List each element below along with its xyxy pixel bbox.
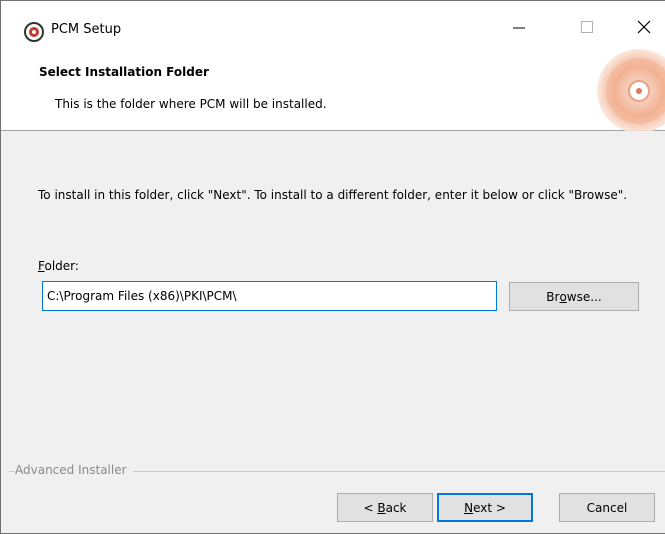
close-icon [637, 20, 651, 37]
browse-label-pre: Br [546, 289, 560, 304]
page-header: Select Installation Folder This is the f… [1, 45, 665, 131]
minimize-button[interactable] [496, 11, 542, 45]
back-button[interactable]: < Back [337, 493, 433, 522]
browse-label-accelerator: o [559, 289, 567, 304]
maximize-button[interactable] [564, 11, 610, 45]
setup-window: PCM Setup Select Installation Folder Thi… [0, 0, 665, 534]
folder-label-text: older: [44, 259, 79, 273]
window-title: PCM Setup [51, 22, 122, 37]
folder-path-input[interactable] [42, 281, 497, 311]
header-disc-image [581, 45, 665, 131]
cancel-button[interactable]: Cancel [559, 493, 655, 522]
next-button[interactable]: Next > [437, 493, 533, 522]
page-subtitle: This is the folder where PCM will be ins… [55, 97, 327, 111]
close-button[interactable] [621, 11, 665, 45]
title-bar: PCM Setup [1, 1, 665, 45]
browse-label-post: wse... [566, 289, 602, 304]
minimize-icon [513, 21, 525, 36]
back-label-post: ack [385, 500, 407, 515]
maximize-icon [581, 20, 593, 36]
back-label-pre: < [363, 500, 378, 515]
back-label-accelerator: B [377, 500, 386, 515]
folder-label: Folder: [38, 259, 79, 273]
pcm-setup-icon [23, 21, 45, 43]
browse-button[interactable]: Br o wse... [509, 282, 639, 311]
branding-label: Advanced Installer [15, 463, 133, 477]
next-label-post: ext > [473, 500, 506, 515]
next-label-accelerator: N [464, 500, 474, 515]
page-title: Select Installation Folder [39, 65, 209, 79]
install-instructions: To install in this folder, click "Next".… [38, 188, 628, 202]
